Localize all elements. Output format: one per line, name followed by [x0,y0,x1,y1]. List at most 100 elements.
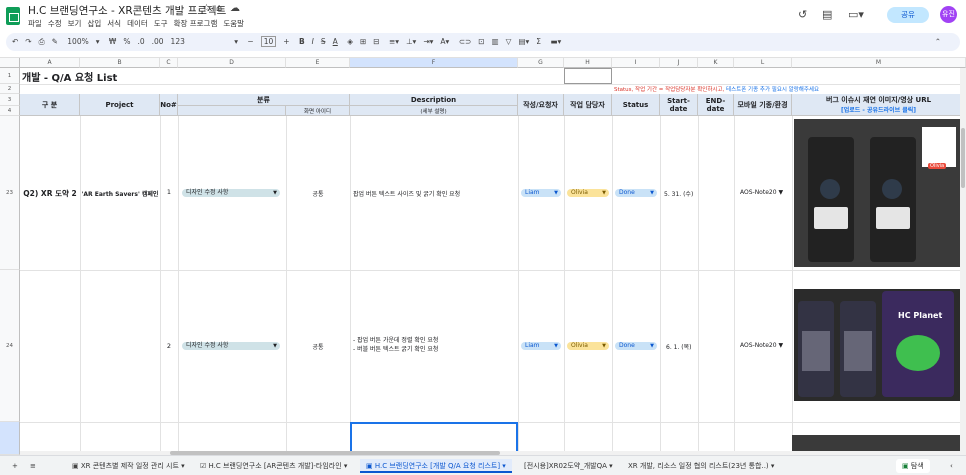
sheet-tab-5[interactable]: XR 개발, 리소스 일정 협의 리스트(23년 통합..) ▾ [622,459,780,473]
column-header-h[interactable]: H [564,58,612,68]
wrap-icon[interactable]: ⇥▾ [423,37,433,46]
explore-button[interactable]: ▣ 탐색 [896,459,930,473]
sheet-tab-1[interactable]: ▣ XR 콘텐츠별 제작 일정 관리 시트 ▾ [66,459,191,473]
column-header-b[interactable]: B [80,58,160,68]
italic-icon[interactable]: I [312,37,314,46]
device-select-23[interactable]: AOS-Note20 ▼ [740,189,783,196]
font-select[interactable]: ▾ [234,37,238,46]
select-all-corner[interactable] [0,58,20,68]
filter-views-icon[interactable]: ▤▾ [518,37,529,46]
cell-project-23[interactable]: 'AR Earth Savers' 캠페인 [80,116,160,270]
column-header-k[interactable]: K [698,58,734,68]
menu-data[interactable]: 데이터 [127,19,148,28]
menu-tools[interactable]: 도구 [154,19,168,28]
borders-icon[interactable]: ⊞ [360,37,366,46]
column-header-g[interactable]: G [518,58,564,68]
sheet-tab-4[interactable]: [전시용]XR02도약_개발QA ▾ [518,459,619,473]
decrease-decimal-button[interactable]: .0 [137,37,144,46]
cell-screen-id-24[interactable]: 공통 [286,342,350,351]
bold-icon[interactable]: B [299,37,305,46]
status-chip-23[interactable]: Done ▼ [615,189,657,197]
filter-icon[interactable]: ▽ [506,37,512,46]
share-button[interactable]: 공유 [887,7,929,23]
column-header-j[interactable]: J [660,58,698,68]
column-header-f[interactable]: F [350,58,518,68]
cell-no-23[interactable]: 1 [160,188,178,196]
collapse-sidebar-icon[interactable]: ‹ [944,459,959,473]
cell-start-23[interactable]: 5. 31. (수) [664,189,693,198]
menu-format[interactable]: 서식 [107,19,121,28]
keyboard-icon[interactable]: ▬▾ [550,37,561,46]
sheet-tab-3[interactable]: ▣ H.C 브랜딩연구소 [개발 Q/A 요청 리스트] ▾ [360,459,512,473]
number-format-button[interactable]: 123 [171,37,185,46]
comments-icon[interactable]: ▤ [822,8,832,21]
category-chip-24[interactable]: 디자인 수정 사항 ▼ [182,342,280,350]
assignee-chip-24[interactable]: Olivia ▼ [567,342,609,350]
bug-url-link[interactable]: [업로드 - 공유드라이브 클릭] [841,105,916,114]
writer-chip-24[interactable]: Liam ▼ [521,342,561,350]
column-header-l[interactable]: L [734,58,792,68]
column-header-a[interactable]: A [20,58,80,68]
sheets-logo-icon[interactable] [6,7,20,25]
comment-icon[interactable]: ⊡ [478,37,484,46]
valign-icon[interactable]: ⊥▾ [406,37,416,46]
meet-icon[interactable]: ▭▾ [848,8,864,21]
font-size-increase-icon[interactable]: + [283,37,289,46]
bug-screenshot-1[interactable]: Olivia [794,119,960,267]
strikethrough-icon[interactable]: S̶ [321,37,326,46]
add-sheet-icon[interactable]: + [6,459,24,473]
cell-desc-24[interactable]: - 팝업 버튼 가운데 정렬 확인 요청 - 버블 버튼 텍스트 굵기 확인 요… [353,336,438,354]
menu-file[interactable]: 파일 [28,19,42,28]
writer-chip-23[interactable]: Liam ▼ [521,189,561,197]
row-header-24[interactable]: 24 [0,270,20,422]
move-folder-icon[interactable]: ⌂ [216,3,222,14]
row-header-23[interactable]: 23 [0,116,20,270]
row-header-2[interactable]: 2 [0,84,20,94]
print-icon[interactable]: ⎙ [39,37,45,46]
redo-icon[interactable]: ↷ [25,37,31,46]
category-chip-23[interactable]: 디자인 수정 사항 ▼ [182,189,280,197]
column-header-i[interactable]: I [612,58,660,68]
menu-view[interactable]: 보기 [68,19,82,28]
cell-desc-23[interactable]: 팝업 버튼 텍스트 사이즈 및 굵기 확인 요청 [353,189,460,198]
collapse-toolbar-icon[interactable]: ⌃ [935,33,941,51]
cell-start-24[interactable]: 6. 1. (목) [666,342,691,351]
column-header-e[interactable]: E [286,58,350,68]
chart-icon[interactable]: ▥ [492,37,499,46]
menu-extensions[interactable]: 확장 프로그램 [174,19,218,28]
cell-h1[interactable] [564,68,612,84]
font-size-input[interactable]: 10 [260,36,277,47]
bug-screenshot-2[interactable]: HC Planet [794,289,960,401]
cloud-status-icon[interactable]: ☁ [230,3,240,14]
cell-screen-id-23[interactable]: 공통 [286,189,350,198]
menu-insert[interactable]: 삽입 [87,19,101,28]
row-header-1[interactable]: 1 [0,68,20,84]
row-header-3[interactable]: 3 [0,94,20,106]
document-title[interactable]: H.C 브랜딩연구소 - XR콘텐츠 개발 프로젝트 [28,3,226,18]
history-icon[interactable]: ↺ [798,8,807,21]
font-size-decrease-icon[interactable]: − [247,37,253,46]
rotate-icon[interactable]: A▾ [440,37,449,46]
assignee-chip-23[interactable]: Olivia ▼ [567,189,609,197]
column-header-c[interactable]: C [160,58,178,68]
all-sheets-icon[interactable]: ≡ [24,459,42,473]
zoom-select[interactable]: 100% [67,37,88,46]
star-icon[interactable]: ☆ [202,3,211,14]
menu-edit[interactable]: 수정 [48,19,62,28]
vertical-scrollbar[interactable] [960,68,966,455]
text-color-icon[interactable]: A [333,37,338,46]
paint-format-icon[interactable]: ✎ [52,37,58,46]
link-icon[interactable]: ⊂⊃ [459,37,472,46]
cell-no-24[interactable]: 2 [160,342,178,350]
align-icon[interactable]: ≡▾ [389,37,399,46]
merge-icon[interactable]: ⊟ [373,37,379,46]
sheet-tab-2[interactable]: ☑ H.C 브랜딩연구소 [AR콘텐츠 개발]-타임라인 ▾ [194,459,353,473]
fill-color-icon[interactable]: ◈ [347,37,353,46]
percent-button[interactable]: % [123,37,130,46]
column-header-d[interactable]: D [178,58,286,68]
currency-button[interactable]: ₩ [109,37,116,46]
increase-decimal-button[interactable]: .00 [152,37,164,46]
device-select-24[interactable]: AOS-Note20 ▼ [740,342,783,349]
row-header-25[interactable] [0,422,20,455]
column-header-m[interactable]: M [792,58,966,68]
